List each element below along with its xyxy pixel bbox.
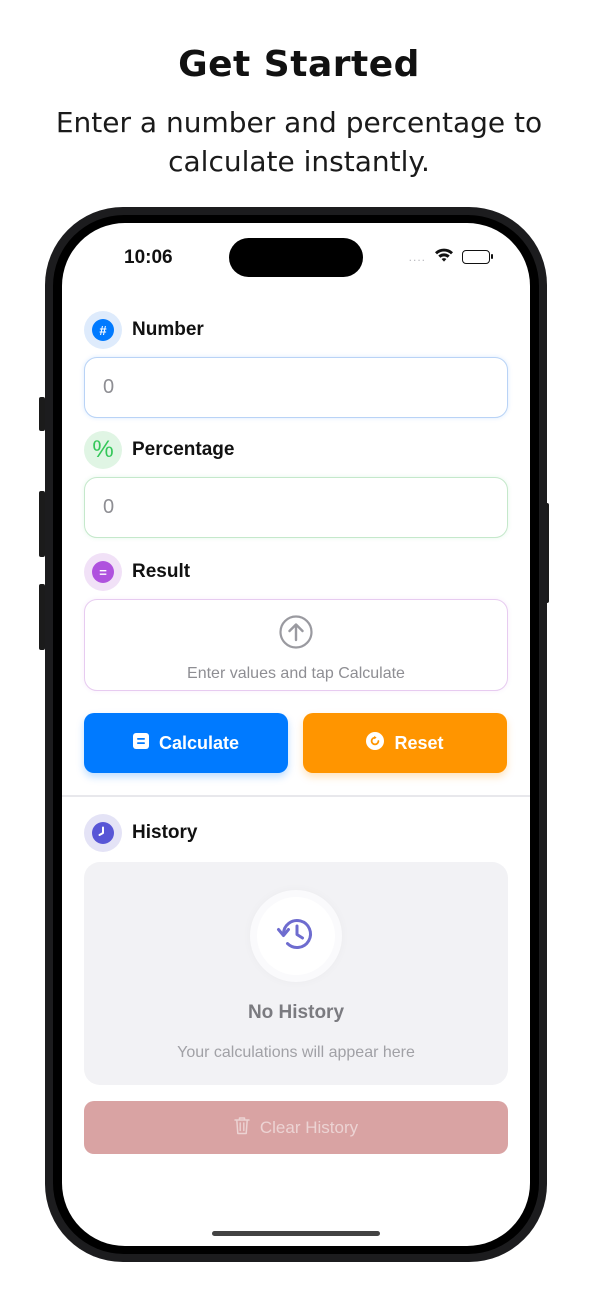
signal-dots: .... (408, 250, 426, 264)
trash-icon (234, 1116, 250, 1140)
calculator-icon (132, 732, 149, 754)
result-label: Result (132, 561, 191, 582)
percentage-label: Percentage (132, 439, 235, 460)
status-time: 10:06 (124, 247, 173, 268)
history-label: History (132, 822, 198, 843)
history-icon-badge (250, 890, 342, 982)
no-history-subtitle: Your calculations will appear here (177, 1044, 415, 1061)
arrow-up-circle-icon (278, 614, 314, 655)
history-clock-arrow-icon (276, 914, 316, 959)
section-divider (62, 795, 530, 797)
app-screen: 10:06 .... # Number 0 % Percentage 0 = R (62, 223, 530, 1246)
result-section-header: = Result (84, 553, 190, 591)
reset-button[interactable]: Reset (303, 713, 507, 773)
reset-icon (366, 731, 385, 755)
home-indicator[interactable] (212, 1231, 380, 1236)
number-label: Number (132, 319, 204, 340)
calculate-button[interactable]: Calculate (84, 713, 288, 773)
clear-history-button[interactable]: Clear History (84, 1101, 508, 1154)
wifi-icon (434, 247, 454, 267)
clock-icon (84, 814, 122, 852)
page-subheading: Enter a number and percentage to calcula… (55, 106, 543, 178)
equals-icon: = (84, 553, 122, 591)
result-hint: Enter values and tap Calculate (187, 665, 405, 682)
result-display: Enter values and tap Calculate (84, 599, 508, 691)
no-history-title: No History (247, 1002, 345, 1023)
page-heading: Get Started (178, 44, 420, 85)
calculate-label: Calculate (158, 732, 240, 753)
history-empty-state: No History Your calculations will appear… (84, 862, 508, 1085)
dynamic-island (229, 238, 363, 277)
percent-icon: % (84, 431, 122, 469)
percentage-section-header: % Percentage (84, 431, 234, 469)
status-icons: .... (408, 247, 493, 267)
battery-icon (462, 250, 493, 264)
number-section-header: # Number (84, 311, 204, 349)
history-section-header: History (84, 814, 197, 852)
reset-label: Reset (394, 732, 444, 753)
percentage-input[interactable]: 0 (84, 477, 508, 538)
number-input[interactable]: 0 (84, 357, 508, 418)
hash-icon: # (84, 311, 122, 349)
clear-history-label: Clear History (259, 1117, 359, 1137)
